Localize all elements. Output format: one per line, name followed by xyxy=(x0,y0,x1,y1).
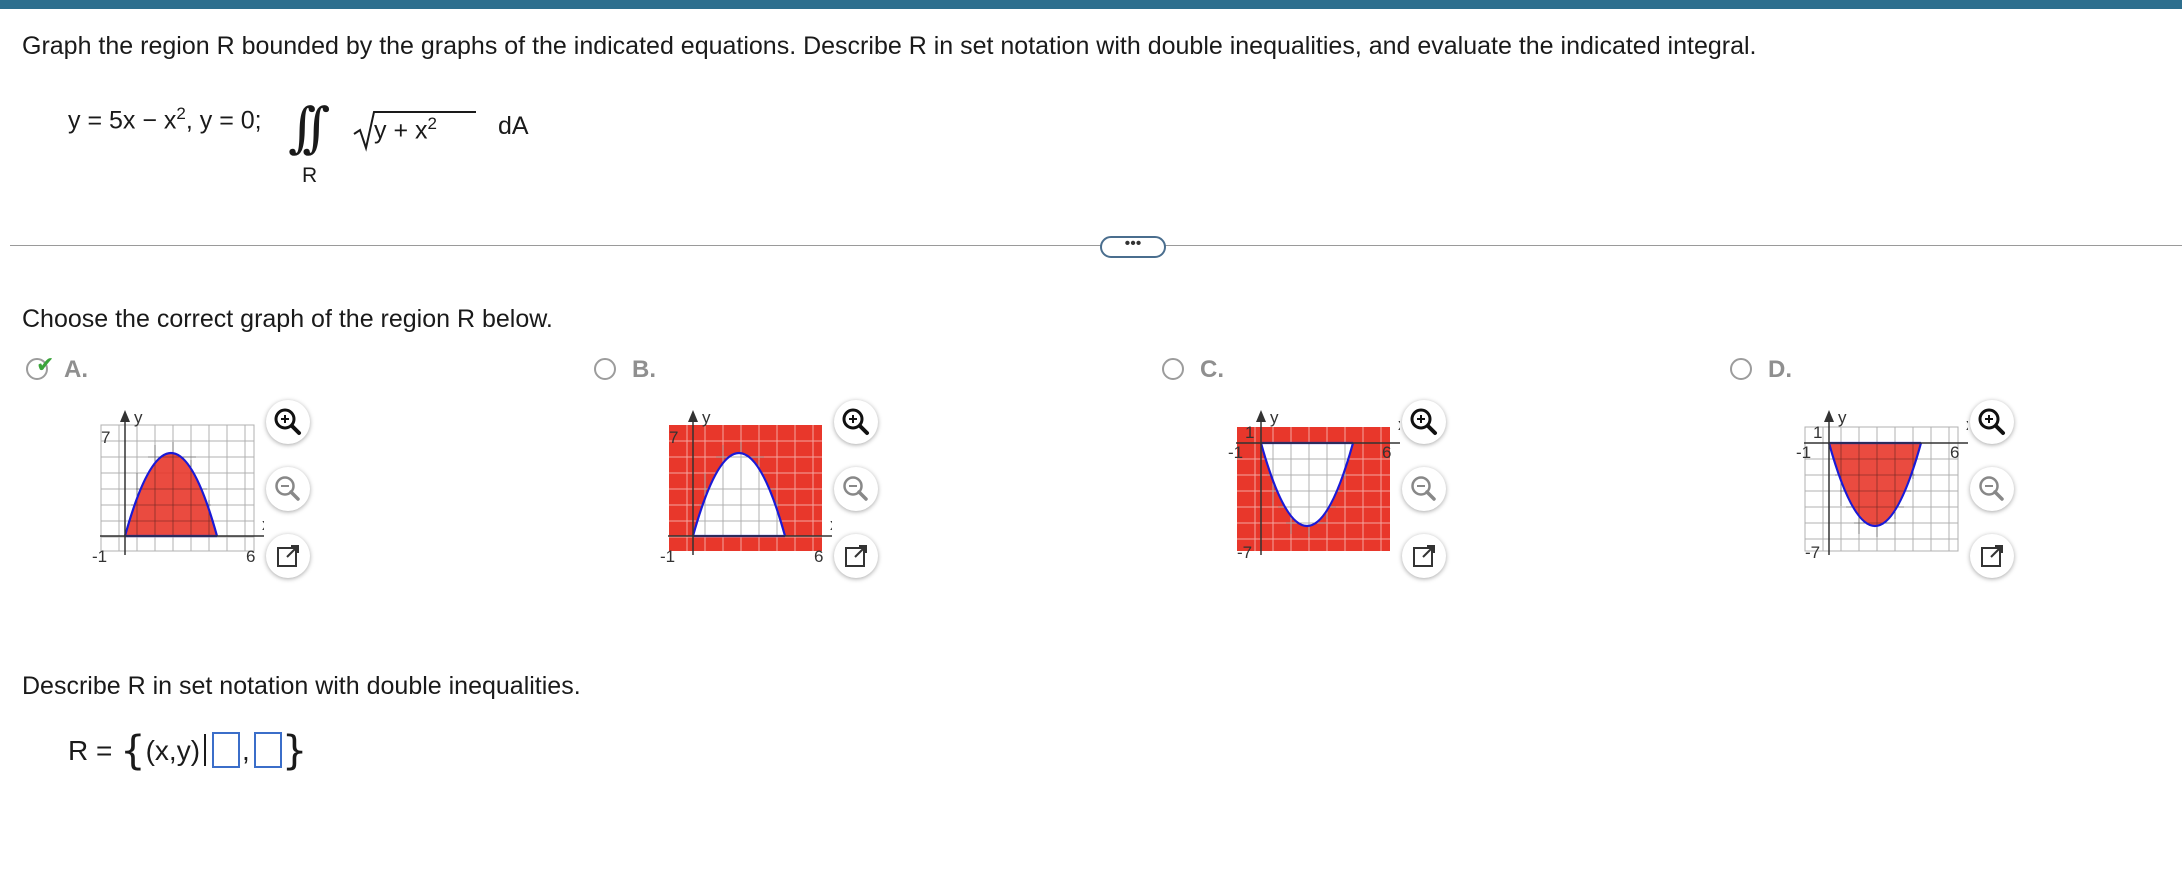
zoom-in-icon xyxy=(1978,408,2005,435)
x-axis-label: x xyxy=(262,515,264,534)
popout-icon xyxy=(277,545,299,567)
x-left-tick: -1 xyxy=(1796,443,1811,462)
option-label-b: B. xyxy=(632,356,656,383)
y-axis-label: y xyxy=(702,408,711,427)
zoom-out-icon xyxy=(843,476,868,501)
option-label-d: D. xyxy=(1768,356,1792,383)
set-notation-prompt: Describe R in set notation with double i… xyxy=(22,672,581,700)
graph-c: y x 1 -7 -1 6 xyxy=(1228,408,1400,562)
zoom-in-button[interactable] xyxy=(834,400,878,444)
y-top-tick: 7 xyxy=(101,428,110,447)
x-right-tick: 6 xyxy=(1950,443,1959,462)
radio-d[interactable] xyxy=(1730,358,1752,380)
popout-button[interactable] xyxy=(1402,534,1446,578)
y-top-tick: 7 xyxy=(669,428,678,447)
open-brace: { xyxy=(120,728,146,774)
answer-prefix: R = xyxy=(68,735,121,766)
integral-signs: ∫∫ xyxy=(288,96,330,159)
radicand: y + x2 xyxy=(374,114,437,145)
zoom-in-button[interactable] xyxy=(1970,400,2014,444)
x-right-tick: 6 xyxy=(1382,443,1391,462)
equation-rest: , y = 0; xyxy=(185,106,262,135)
y-axis-label: y xyxy=(1270,408,1279,427)
x-right-tick: 6 xyxy=(814,547,823,566)
section-divider xyxy=(10,245,2182,246)
option-label-a: A. xyxy=(64,356,88,383)
radicand-exponent: 2 xyxy=(427,114,437,133)
zoom-out-button[interactable] xyxy=(1402,467,1446,511)
x-left-tick: -1 xyxy=(1228,443,1243,462)
graph-prompt: Choose the correct graph of the region R… xyxy=(22,305,553,333)
x-left-tick: -1 xyxy=(660,547,675,566)
double-integral: ∫∫ R y + x2 dA xyxy=(288,96,548,194)
option-d[interactable]: D. y x 1 -7 -1 6 xyxy=(1730,356,2182,596)
integral-differential: dA xyxy=(498,112,529,140)
answer-variables: (x,y) xyxy=(145,735,201,766)
integral-region-subscript: R xyxy=(302,164,318,187)
popout-button[interactable] xyxy=(834,534,878,578)
zoom-out-button[interactable] xyxy=(1970,467,2014,511)
x-axis-label: x xyxy=(1966,415,1968,434)
zoom-out-icon xyxy=(275,476,300,501)
expand-more-button[interactable]: ••• xyxy=(1100,236,1166,258)
popout-button[interactable] xyxy=(266,534,310,578)
zoom-in-icon xyxy=(274,408,301,435)
popout-icon xyxy=(1981,545,2003,567)
inequality-input-2[interactable] xyxy=(253,732,282,768)
answer-comma: , xyxy=(242,735,250,766)
close-brace: } xyxy=(281,728,308,774)
y-bottom-tick: -7 xyxy=(1805,543,1820,562)
equation-main: y = 5x − x xyxy=(68,106,177,135)
graph-b: y x 7 -1 6 xyxy=(660,408,832,566)
top-accent-bar xyxy=(0,0,2182,9)
set-notation-answer: R = {(x,y),} xyxy=(68,728,307,774)
question-text: Graph the region R bounded by the graphs… xyxy=(22,32,1757,60)
zoom-in-icon xyxy=(842,408,869,435)
zoom-out-button[interactable] xyxy=(266,467,310,511)
x-axis-label: x xyxy=(1398,415,1400,434)
y-axis-label: y xyxy=(1838,408,1847,427)
correct-check-icon: ✔ xyxy=(36,352,55,377)
option-label-c: C. xyxy=(1200,356,1224,383)
radicand-base: y + x xyxy=(374,116,428,145)
x-right-tick: 6 xyxy=(246,547,255,566)
graph-d: y x 1 -7 -1 6 xyxy=(1796,408,1968,562)
option-c[interactable]: C. y x 1 -7 -1 6 xyxy=(1162,356,1722,596)
equation-exponent: 2 xyxy=(176,104,186,123)
option-a[interactable]: ✔ A. y x 7 -1 6 xyxy=(26,352,586,596)
zoom-out-button[interactable] xyxy=(834,467,878,511)
zoom-in-button[interactable] xyxy=(1402,400,1446,444)
y-top-tick: 1 xyxy=(1245,423,1254,442)
y-top-tick: 1 xyxy=(1813,423,1822,442)
popout-button[interactable] xyxy=(1970,534,2014,578)
radio-c[interactable] xyxy=(1162,358,1184,380)
such-that-bar xyxy=(204,734,207,766)
zoom-in-button[interactable] xyxy=(266,400,310,444)
zoom-out-icon xyxy=(1979,476,2004,501)
radio-b[interactable] xyxy=(594,358,616,380)
y-axis-label: y xyxy=(134,408,143,427)
graph-a: y x 7 -1 6 xyxy=(92,408,264,566)
x-axis-label: x xyxy=(830,515,832,534)
x-left-tick: -1 xyxy=(92,547,107,566)
popout-icon xyxy=(1413,545,1435,567)
inequality-input-1[interactable] xyxy=(212,732,241,768)
option-b[interactable]: B. y x 7 -1 6 xyxy=(594,356,1154,596)
zoom-out-icon xyxy=(1411,476,1436,501)
y-bottom-tick: -7 xyxy=(1237,543,1252,562)
equations: y = 5x − x2, y = 0; xyxy=(68,104,262,135)
zoom-in-icon xyxy=(1410,408,1437,435)
popout-icon xyxy=(845,545,867,567)
